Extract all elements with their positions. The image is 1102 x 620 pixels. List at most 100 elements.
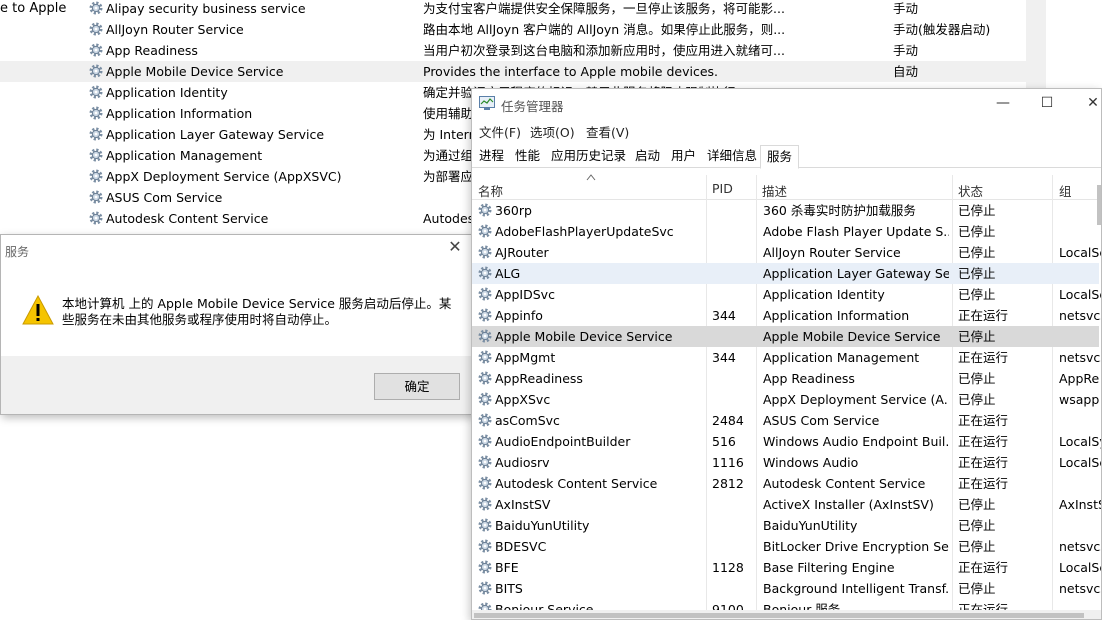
tab-performance[interactable]: 性能 xyxy=(515,145,540,168)
cell-pid: 2484 xyxy=(712,413,744,428)
gear-icon xyxy=(478,581,492,595)
vertical-scrollbar-thumb[interactable] xyxy=(1097,185,1101,225)
cell-status: 已停止 xyxy=(958,203,996,218)
task-manager-window: 任务管理器 — ☐ ✕ 文件(F) 选项(O) 查看(V) 进程 性能 应用历史… xyxy=(471,88,1102,620)
cell-name: Apple Mobile Device Service xyxy=(495,329,673,344)
service-description: Provides the interface to Apple mobile d… xyxy=(423,64,719,79)
service-name: Alipay security business service xyxy=(106,1,306,16)
table-row[interactable]: AJRouter AllJoyn Router Service 已停止 LocalSe xyxy=(472,242,1101,263)
gear-icon xyxy=(478,413,492,427)
ok-button[interactable]: 确定 xyxy=(374,373,460,400)
table-row[interactable]: asComSvc 2484 ASUS Com Service 正在运行 xyxy=(472,410,1099,431)
column-header-pid[interactable]: PID xyxy=(712,181,733,196)
cell-description: AllJoyn Router Service xyxy=(763,245,901,260)
gear-icon xyxy=(89,127,103,141)
table-row[interactable]: BITS Background Intelligent Transf... 已停止 n… xyxy=(472,578,1101,599)
table-row[interactable]: AppMgmt 344 Application Management 正在运行 nets… xyxy=(472,347,1101,368)
service-description: 为支付宝客户端提供安全保障服务，一旦停止该服务，将可能影... xyxy=(423,1,785,16)
cell-group: AxInstS xyxy=(1059,497,1102,512)
gear-icon xyxy=(478,329,492,343)
cell-description: Apple Mobile Device Service xyxy=(763,329,941,344)
gear-icon xyxy=(478,392,492,406)
cell-status: 正在运行 xyxy=(958,413,1009,428)
horizontal-scrollbar-thumb[interactable] xyxy=(474,613,1084,618)
cell-status: 已停止 xyxy=(958,581,996,596)
table-row[interactable]: Autodesk Content Service 2812 Autodesk Con… xyxy=(472,473,1099,494)
cell-group: netsvcs xyxy=(1059,539,1101,554)
column-header-status[interactable]: 状态 xyxy=(958,181,983,200)
gear-icon xyxy=(478,203,492,217)
close-button[interactable]: ✕ xyxy=(1084,95,1101,111)
cell-status: 已停止 xyxy=(958,287,996,302)
tab-startup[interactable]: 启动 xyxy=(635,145,660,168)
cell-status: 已停止 xyxy=(958,518,996,533)
cell-description: Adobe Flash Player Update S... xyxy=(763,224,949,239)
gear-icon xyxy=(89,1,103,15)
table-row[interactable]: Appinfo 344 Application Information 正在运行 net… xyxy=(472,305,1101,326)
column-header-description[interactable]: 描述 xyxy=(762,181,787,200)
cell-description: Autodesk Content Service xyxy=(763,476,926,491)
tab-users[interactable]: 用户 xyxy=(671,145,696,168)
warning-icon xyxy=(22,295,54,325)
table-row[interactable]: AudioEndpointBuilder 516 Windows Audio End… xyxy=(472,431,1101,452)
minimize-button[interactable]: — xyxy=(994,95,1012,111)
table-row[interactable]: ALG Application Layer Gateway Se... 已停止 xyxy=(472,263,1099,284)
cell-group: LocalSe xyxy=(1059,245,1101,260)
table-row[interactable]: AppXSvc AppX Deployment Service (A... 已停止 w… xyxy=(472,389,1099,410)
column-header-group[interactable]: 组 xyxy=(1059,181,1072,200)
tab-services[interactable]: 服务 xyxy=(760,145,800,169)
gear-icon xyxy=(478,224,492,238)
gear-icon xyxy=(89,106,103,120)
service-startup-type: 手动 xyxy=(893,43,919,58)
menu-options[interactable]: 选项(O) xyxy=(530,122,575,141)
tab-details[interactable]: 详细信息 xyxy=(707,145,757,168)
table-row[interactable]: AppReadiness App Readiness 已停止 AppRe xyxy=(472,368,1099,389)
cell-description: App Readiness xyxy=(763,371,855,386)
cell-description: Application Identity xyxy=(763,287,885,302)
cell-status: 已停止 xyxy=(958,266,996,281)
cell-name: BITS xyxy=(495,581,523,596)
cell-group: LocalSe xyxy=(1059,287,1101,302)
cell-description: 360 杀毒实时防护加载服务 xyxy=(763,203,916,218)
gear-icon xyxy=(478,518,492,532)
service-startup-type: 手动(触发器启动) xyxy=(893,22,991,37)
service-row[interactable]: AllJoyn Router Service 路由本地 AllJoyn 客户端的 … xyxy=(0,19,1046,40)
tab-app-history[interactable]: 应用历史记录 xyxy=(551,145,626,168)
cell-status: 已停止 xyxy=(958,245,996,260)
cell-group: netsvcs xyxy=(1059,581,1101,596)
menu-view[interactable]: 查看(V) xyxy=(586,122,629,141)
dialog-title: 服务 xyxy=(5,245,30,259)
column-header-name[interactable]: 名称 xyxy=(478,181,503,200)
service-row[interactable]: App Readiness 当用户初次登录到这台电脑和添加新应用时，使应用进入就绪… xyxy=(0,40,1046,61)
maximize-button[interactable]: ☐ xyxy=(1038,95,1056,111)
tab-processes[interactable]: 进程 xyxy=(479,145,504,168)
table-row[interactable]: Apple Mobile Device Service Apple Mobile … xyxy=(472,326,1099,347)
table-row[interactable]: BFE 1128 Base Filtering Engine 正在运行 LocalSe xyxy=(472,557,1101,578)
cell-description: BitLocker Drive Encryption Se... xyxy=(763,539,949,554)
dialog-close-button[interactable]: ✕ xyxy=(447,239,463,255)
service-row[interactable]: Alipay security business service 为支付宝客户端提… xyxy=(0,0,1046,19)
table-row[interactable]: BDESVC BitLocker Drive Encryption Se... 已停… xyxy=(472,536,1101,557)
cell-description: BaiduYunUtility xyxy=(763,518,858,533)
service-name: Application Identity xyxy=(106,85,228,100)
gear-icon xyxy=(478,287,492,301)
table-row[interactable]: BaiduYunUtility BaiduYunUtility 已停止 xyxy=(472,515,1099,536)
table-row[interactable]: 360rp 360 杀毒实时防护加载服务 已停止 xyxy=(472,200,1099,221)
gear-icon xyxy=(478,308,492,322)
table-row[interactable]: AppIDSvc Application Identity 已停止 LocalSe xyxy=(472,284,1101,305)
cell-status: 正在运行 xyxy=(958,434,1009,449)
table-row[interactable]: AdobeFlashPlayerUpdateSvc Adobe Flash Pla… xyxy=(472,221,1099,242)
dialog-footer: 确定 xyxy=(1,356,473,414)
table-row[interactable]: AxInstSV ActiveX Installer (AxInstSV) 已停止 A… xyxy=(472,494,1102,515)
cell-status: 正在运行 xyxy=(958,560,1009,575)
cell-pid: 1116 xyxy=(712,455,744,470)
table-row[interactable]: Audiosrv 1116 Windows Audio 正在运行 LocalSe xyxy=(472,452,1101,473)
table-header: 名称 PID 描述 状态 组 xyxy=(472,175,1101,200)
service-name: Autodesk Content Service xyxy=(106,211,269,226)
cell-name: AppXSvc xyxy=(495,392,551,407)
service-row[interactable]: Apple Mobile Device Service Provides the … xyxy=(0,61,1046,82)
cell-name: 360rp xyxy=(495,203,532,218)
menu-file[interactable]: 文件(F) xyxy=(479,122,521,141)
horizontal-scrollbar[interactable] xyxy=(472,610,1101,619)
service-stopped-dialog: 服务 ✕ 本地计算机 上的 Apple Mobile Device Servic… xyxy=(0,234,474,415)
